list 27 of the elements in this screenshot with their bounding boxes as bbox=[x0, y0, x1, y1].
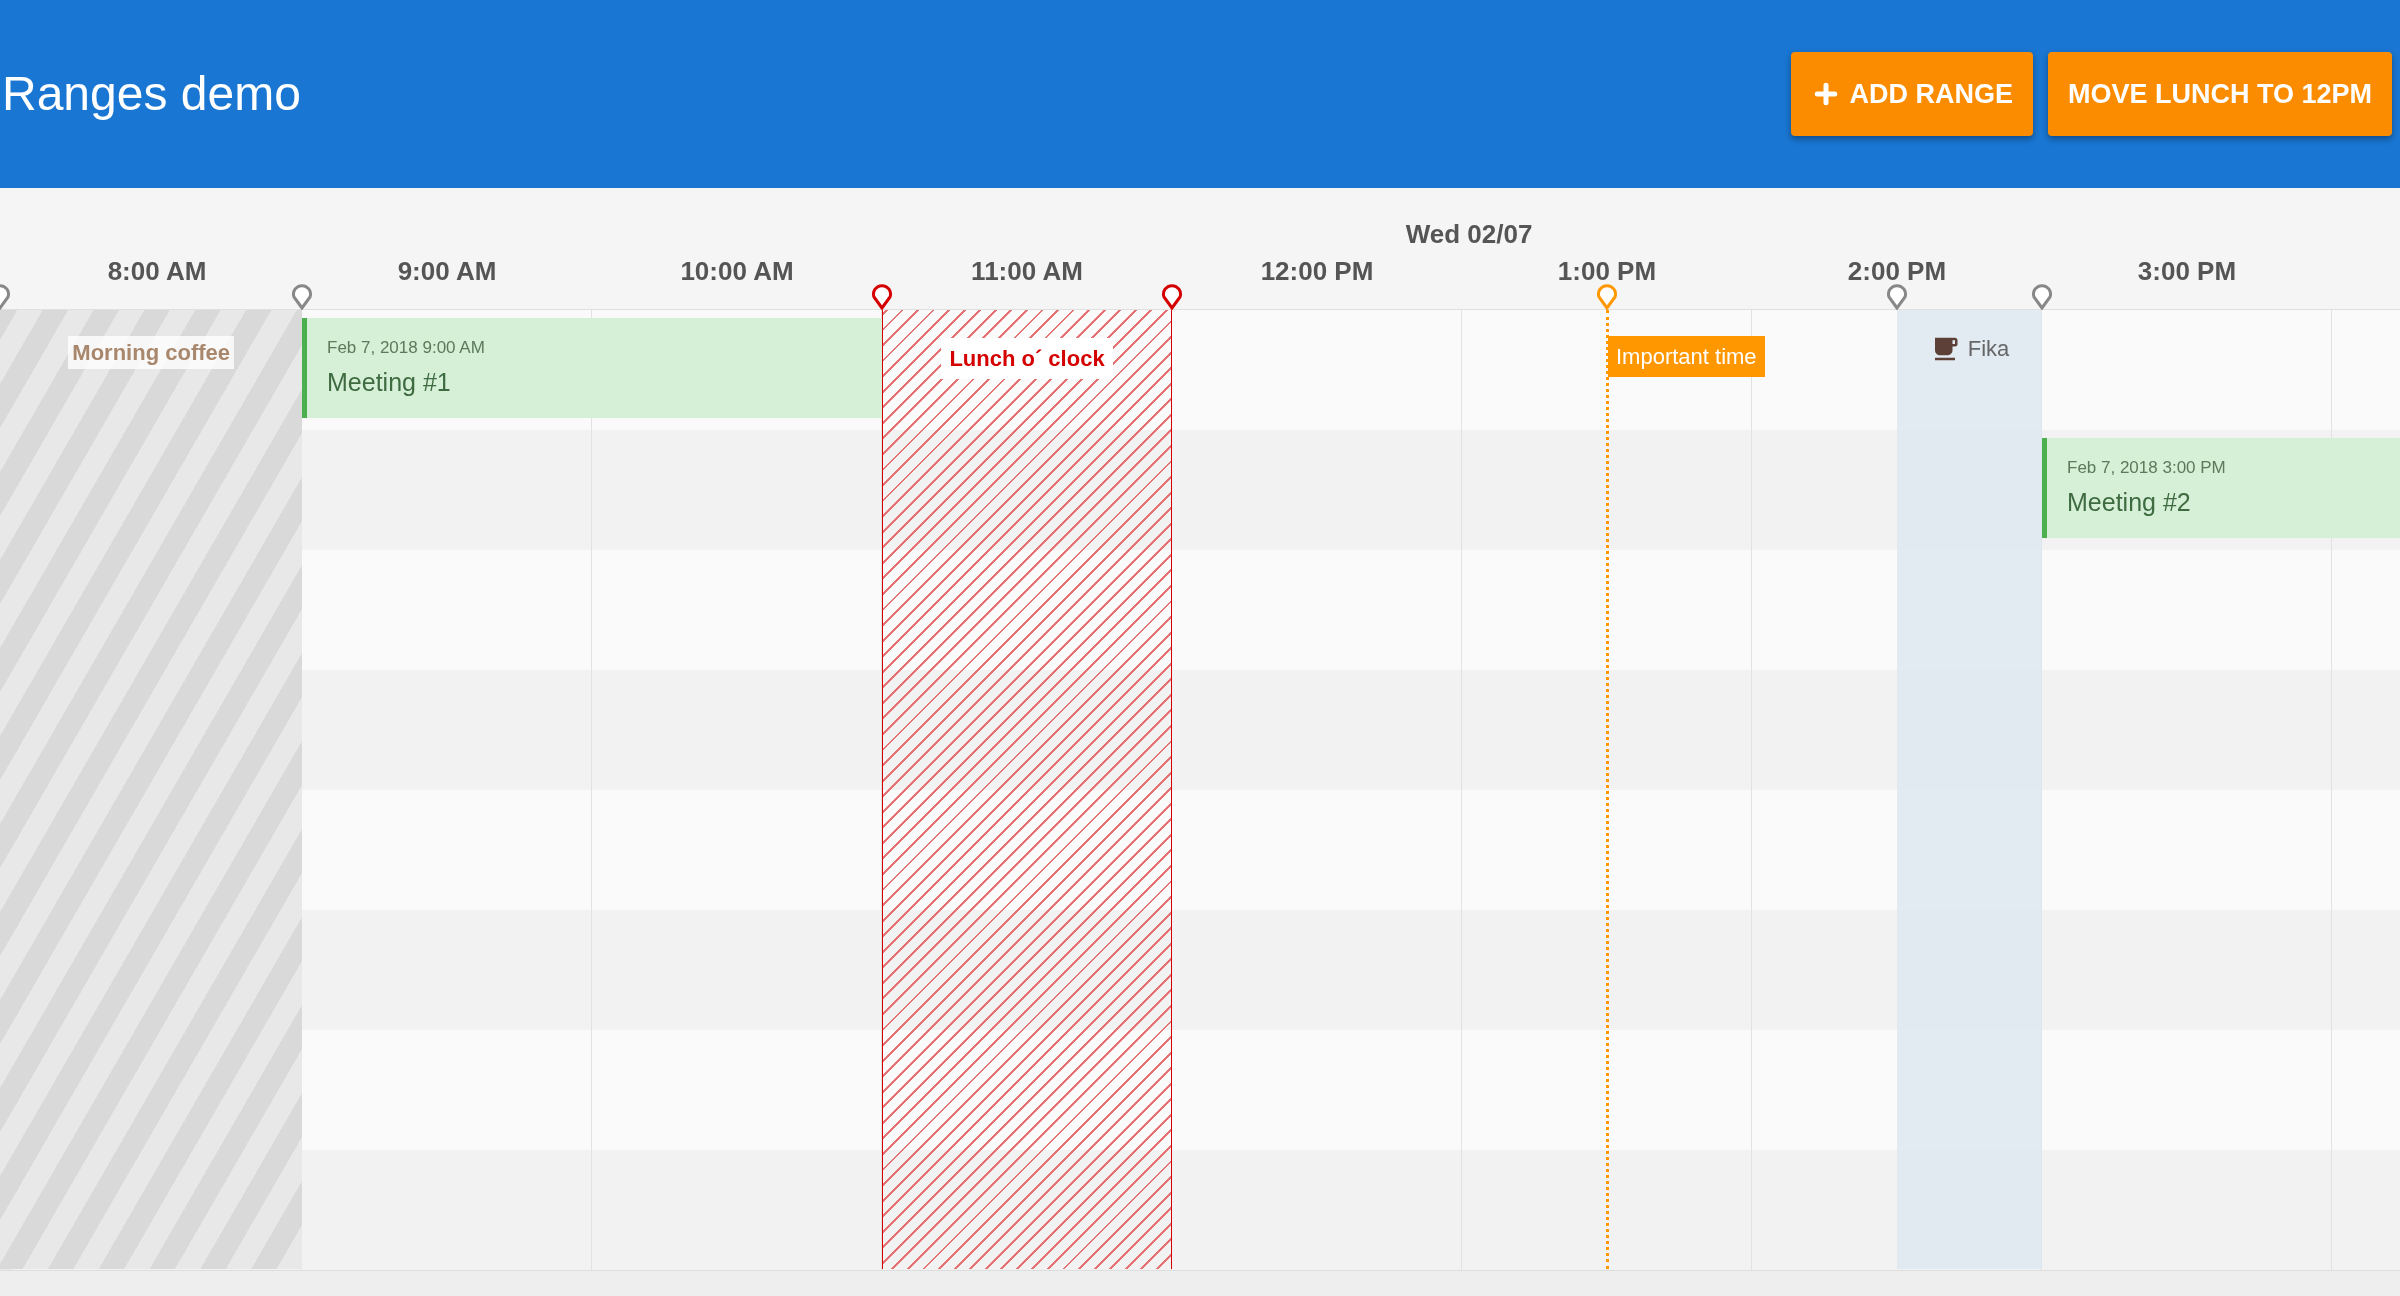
event-card[interactable]: Feb 7, 2018 3:00 PM Meeting #2 bbox=[2042, 438, 2400, 538]
event-card[interactable]: Feb 7, 2018 9:00 AM Meeting #1 bbox=[302, 318, 882, 418]
hour-label: 8:00 AM bbox=[107, 258, 207, 284]
hour-label: 9:00 AM bbox=[397, 258, 497, 284]
range-handle-icon[interactable] bbox=[1886, 284, 1908, 310]
hour-label: 2:00 PM bbox=[1847, 258, 1947, 284]
date-label: Wed 02/07 bbox=[1405, 218, 1533, 251]
range-handle-icon[interactable] bbox=[291, 284, 313, 310]
event-date: Feb 7, 2018 3:00 PM bbox=[2067, 456, 2227, 479]
hour-label: 1:00 PM bbox=[1557, 258, 1657, 284]
page-title: Ranges demo bbox=[2, 66, 301, 122]
event-date: Feb 7, 2018 9:00 AM bbox=[327, 336, 486, 359]
range-label: Important time bbox=[1608, 336, 1765, 377]
hour-label: 12:00 PM bbox=[1260, 258, 1374, 284]
range-handle-icon[interactable] bbox=[1161, 284, 1183, 310]
event-title: Meeting #2 bbox=[2067, 487, 2192, 518]
range-label: Morning coffee bbox=[68, 336, 234, 369]
range-label: Fika bbox=[1967, 335, 2010, 363]
range-handle-icon[interactable] bbox=[2031, 284, 2053, 310]
range-handle-icon[interactable] bbox=[871, 284, 893, 310]
hour-label: 11:00 AM bbox=[971, 258, 1083, 284]
range-handle-icon[interactable] bbox=[1596, 284, 1618, 310]
range-label: Lunch o´ clock bbox=[941, 338, 1113, 379]
hour-label: 3:00 PM bbox=[2137, 258, 2237, 284]
horizontal-scrollbar[interactable] bbox=[0, 1270, 2400, 1296]
event-title: Meeting #1 bbox=[327, 367, 452, 398]
hour-label: 10:00 AM bbox=[680, 258, 794, 284]
